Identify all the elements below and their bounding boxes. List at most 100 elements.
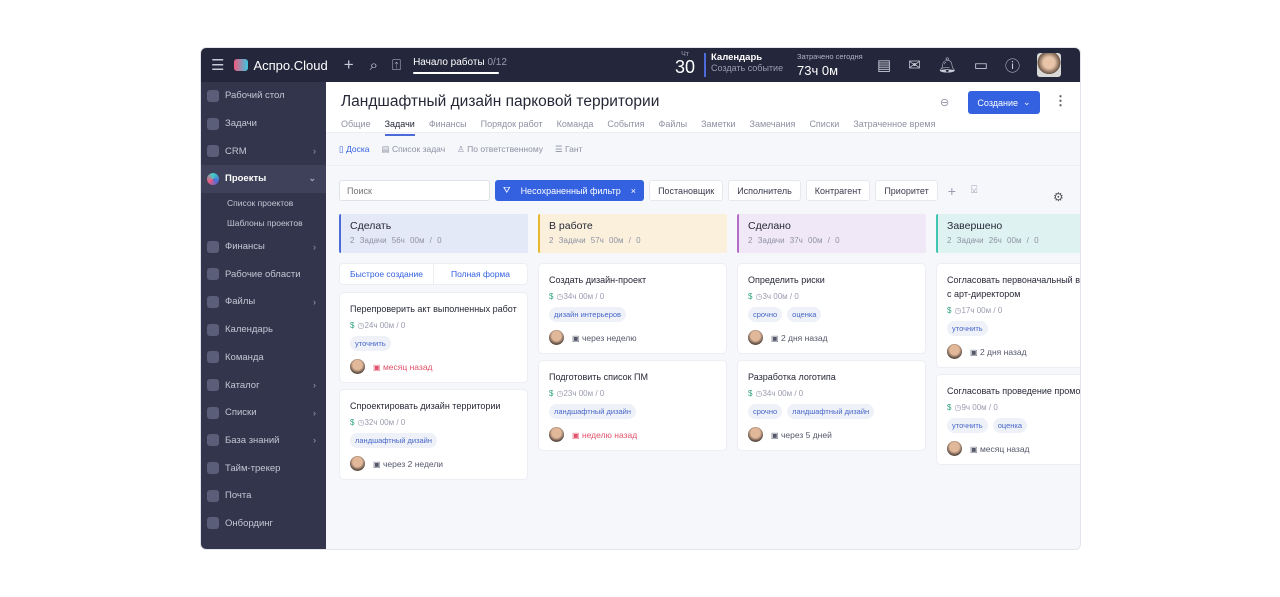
task-card[interactable]: Перепроверить акт выполненных работ $ ◷24ч… <box>339 292 528 383</box>
full-form-button[interactable]: Полная форма <box>433 264 527 284</box>
view-tab[interactable]: ▤ Список задач <box>382 144 446 155</box>
sidebar-item[interactable]: Команда <box>201 344 326 372</box>
tab[interactable]: Команда <box>557 119 594 136</box>
view-tab[interactable]: ☰ Гант <box>555 144 582 155</box>
assignee-avatar[interactable] <box>947 441 962 456</box>
logo[interactable]: Аспро.Cloud <box>234 58 328 73</box>
close-icon[interactable]: × <box>631 186 636 196</box>
filter-chip[interactable]: Приоритет <box>875 180 938 201</box>
sidebar-item[interactable]: Списки › <box>201 399 326 427</box>
tag[interactable]: срочно <box>748 307 783 322</box>
plus-icon[interactable]: + <box>344 55 354 75</box>
sidebar-item[interactable]: Финансы › <box>201 233 326 261</box>
column-title: Сделать <box>350 220 392 232</box>
filter-chip[interactable]: Контрагент <box>805 180 871 201</box>
filter-chip[interactable]: Постановщик <box>649 180 724 201</box>
task-card[interactable]: Спроектировать дизайн территории $ ◷32ч 00… <box>339 389 528 480</box>
task-card[interactable]: Определить риски $ ◷3ч 00м / 0 срочно оценка… <box>737 263 926 354</box>
chevron-icon: › <box>313 241 316 252</box>
mail-icon[interactable]: ✉ <box>908 56 921 74</box>
dollar-icon: $ <box>748 292 753 301</box>
tag[interactable]: ландшафтный дизайн <box>549 404 637 419</box>
sidebar-item[interactable]: Проекты ⌄ <box>201 165 326 193</box>
assignee-avatar[interactable] <box>350 456 365 471</box>
due-text: 2 дня назад <box>780 332 828 343</box>
view-tab[interactable]: ▯ Доска <box>339 144 370 155</box>
view-tab[interactable]: ♙ По ответственному <box>457 144 543 155</box>
sidebar-item[interactable]: Каталог › <box>201 371 326 399</box>
search-icon[interactable]: ⌕ <box>370 57 378 74</box>
sidebar-item[interactable]: Тайм-трекер <box>201 454 326 482</box>
sidebar-subitem[interactable]: Список проектов <box>201 193 326 213</box>
tag[interactable]: уточнить <box>947 321 988 336</box>
assignee-avatar[interactable] <box>748 330 763 345</box>
tag[interactable]: срочно <box>748 404 783 419</box>
sidebar-item[interactable]: Файлы › <box>201 288 326 316</box>
due-date: ▣ неделю назад <box>572 430 637 440</box>
create-event-link[interactable]: Создать событие <box>711 63 783 73</box>
tab[interactable]: Замечания <box>750 119 796 136</box>
tab[interactable]: Списки <box>809 119 839 136</box>
create-button[interactable]: Создание ⌄ <box>968 91 1040 114</box>
sidebar-item[interactable]: Почта <box>201 482 326 510</box>
sidebar-item-icon <box>207 117 219 130</box>
task-card[interactable]: Разработка логотипа $ ◷34ч 00м / 0 срочно ла… <box>737 360 926 451</box>
search-input[interactable] <box>339 180 490 201</box>
bookmark-icon[interactable]: ⍌ <box>966 184 983 197</box>
sidebar-item[interactable]: Рабочие области <box>201 260 326 288</box>
notes-icon[interactable]: ▤ <box>877 56 891 74</box>
user-avatar[interactable] <box>1037 53 1062 77</box>
assignee-avatar[interactable] <box>549 330 564 345</box>
task-card[interactable]: Согласовать проведение промо-акции $◷9ч 0… <box>936 374 1080 465</box>
tag[interactable]: ландшафтный дизайн <box>350 433 438 448</box>
sidebar-item-icon <box>207 517 219 530</box>
tag[interactable]: уточнить <box>947 418 988 433</box>
tab[interactable]: Финансы <box>429 119 467 136</box>
chat-icon[interactable]: ▭ <box>974 56 988 74</box>
filter-chip[interactable]: Исполнитель <box>728 180 801 201</box>
task-card[interactable]: Подготовить список ПМ $ ◷23ч 00м / 0 ландша… <box>538 360 727 451</box>
bell-icon[interactable]: 🔔︎ <box>938 56 957 74</box>
calendar-widget[interactable]: Календарь Создать событие <box>711 52 783 73</box>
due-date: ▣ через 5 дней <box>771 430 832 440</box>
settings-gear-icon[interactable]: ⚙ <box>1053 190 1064 204</box>
tag[interactable]: оценка <box>787 307 822 322</box>
quick-create-button[interactable]: Быстрое создание <box>340 264 433 284</box>
menu-icon[interactable]: ☰ <box>211 56 224 74</box>
tab[interactable]: Общие <box>341 119 371 136</box>
sidebar-item[interactable]: База знаний › <box>201 427 326 455</box>
tab[interactable]: Заметки <box>701 119 735 136</box>
tab[interactable]: Порядок работ <box>481 119 543 136</box>
sidebar-item[interactable]: Задачи <box>201 110 326 138</box>
link-icon[interactable]: ⊖ <box>940 96 949 109</box>
more-icon[interactable]: ⋮ <box>1054 93 1067 109</box>
tag[interactable]: ландшафтный дизайн <box>787 404 875 419</box>
assignee-avatar[interactable] <box>549 427 564 442</box>
task-card[interactable]: Согласовать первоначальный вариант с арт… <box>936 263 1080 368</box>
tag[interactable]: оценка <box>992 418 1028 433</box>
sidebar-item[interactable]: Календарь <box>201 316 326 344</box>
active-filter[interactable]: ⛛ Несохраненный фильтр × <box>495 180 645 201</box>
tab[interactable]: Задачи <box>384 119 415 136</box>
tab[interactable]: Файлы <box>658 119 687 136</box>
tag[interactable]: дизайн интерьеров <box>549 307 627 322</box>
task-title: Создать дизайн-проект <box>549 275 647 285</box>
task-card[interactable]: Создать дизайн-проект $ ◷34ч 00м / 0 дизайн… <box>538 263 727 354</box>
help-icon[interactable]: ⓘ <box>1005 55 1020 76</box>
tab[interactable]: События <box>607 119 644 136</box>
chevron-icon: › <box>313 146 316 157</box>
kanban-column: В работе 2 Задачи 57ч 00м / 0 Создать диза… <box>538 214 727 486</box>
rocket-icon[interactable]: ⍐ <box>392 57 401 74</box>
sidebar-subitem[interactable]: Шаблоны проектов <box>201 213 326 233</box>
onboarding-progress[interactable]: Начало работы 0/12 <box>413 57 507 74</box>
sidebar-item[interactable]: Рабочий стол <box>201 82 326 110</box>
assignee-avatar[interactable] <box>748 427 763 442</box>
tab[interactable]: Затраченное время <box>853 119 935 136</box>
sidebar-item[interactable]: CRM › <box>201 137 326 165</box>
assignee-avatar[interactable] <box>947 344 962 359</box>
add-filter-icon[interactable]: + <box>943 183 961 199</box>
assignee-avatar[interactable] <box>350 359 365 374</box>
sidebar-item[interactable]: Онбординг <box>201 510 326 538</box>
tag[interactable]: уточнить <box>350 336 391 351</box>
app-window: ☰ Аспро.Cloud + ⌕ ⍐ Начало работы 0/12 Ч… <box>200 47 1081 550</box>
